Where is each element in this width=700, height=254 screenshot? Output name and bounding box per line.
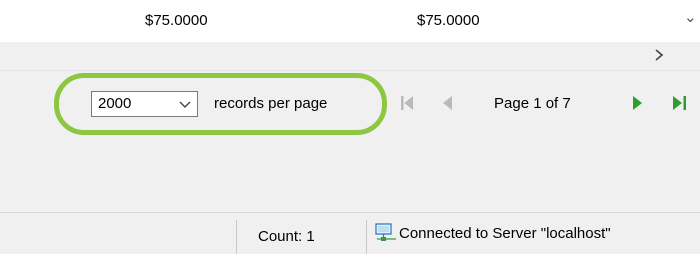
price-cell[interactable]: $75.0000 [417,12,480,29]
status-separator [236,220,237,254]
table-row[interactable]: $75.0000 $75.0000 ⌄ [0,0,700,42]
price-cell[interactable]: $75.0000 [145,12,208,29]
horizontal-scrollbar[interactable] [0,42,700,70]
page-indicator: Page 1 of 7 [494,95,571,112]
records-per-page-select[interactable]: 2000 [91,91,198,117]
last-page-icon[interactable] [672,95,688,111]
empty-panel [0,140,700,212]
app-window: $75.0000 $75.0000 ⌄ 2000 records per pag… [0,0,700,254]
server-connection-icon [375,223,396,241]
chevron-down-icon [179,101,191,108]
record-count: Count: 1 [258,228,315,245]
records-per-page-label: records per page [214,95,328,112]
next-page-icon[interactable] [632,95,644,111]
previous-page-icon[interactable] [441,95,453,111]
chevron-right-icon[interactable] [652,46,666,64]
scroll-down-icon[interactable]: ⌄ [684,8,697,26]
connection-status: Connected to Server "localhost" [399,225,611,242]
records-per-page-value: 2000 [98,95,132,112]
status-separator [366,220,367,254]
first-page-icon[interactable] [400,95,414,111]
